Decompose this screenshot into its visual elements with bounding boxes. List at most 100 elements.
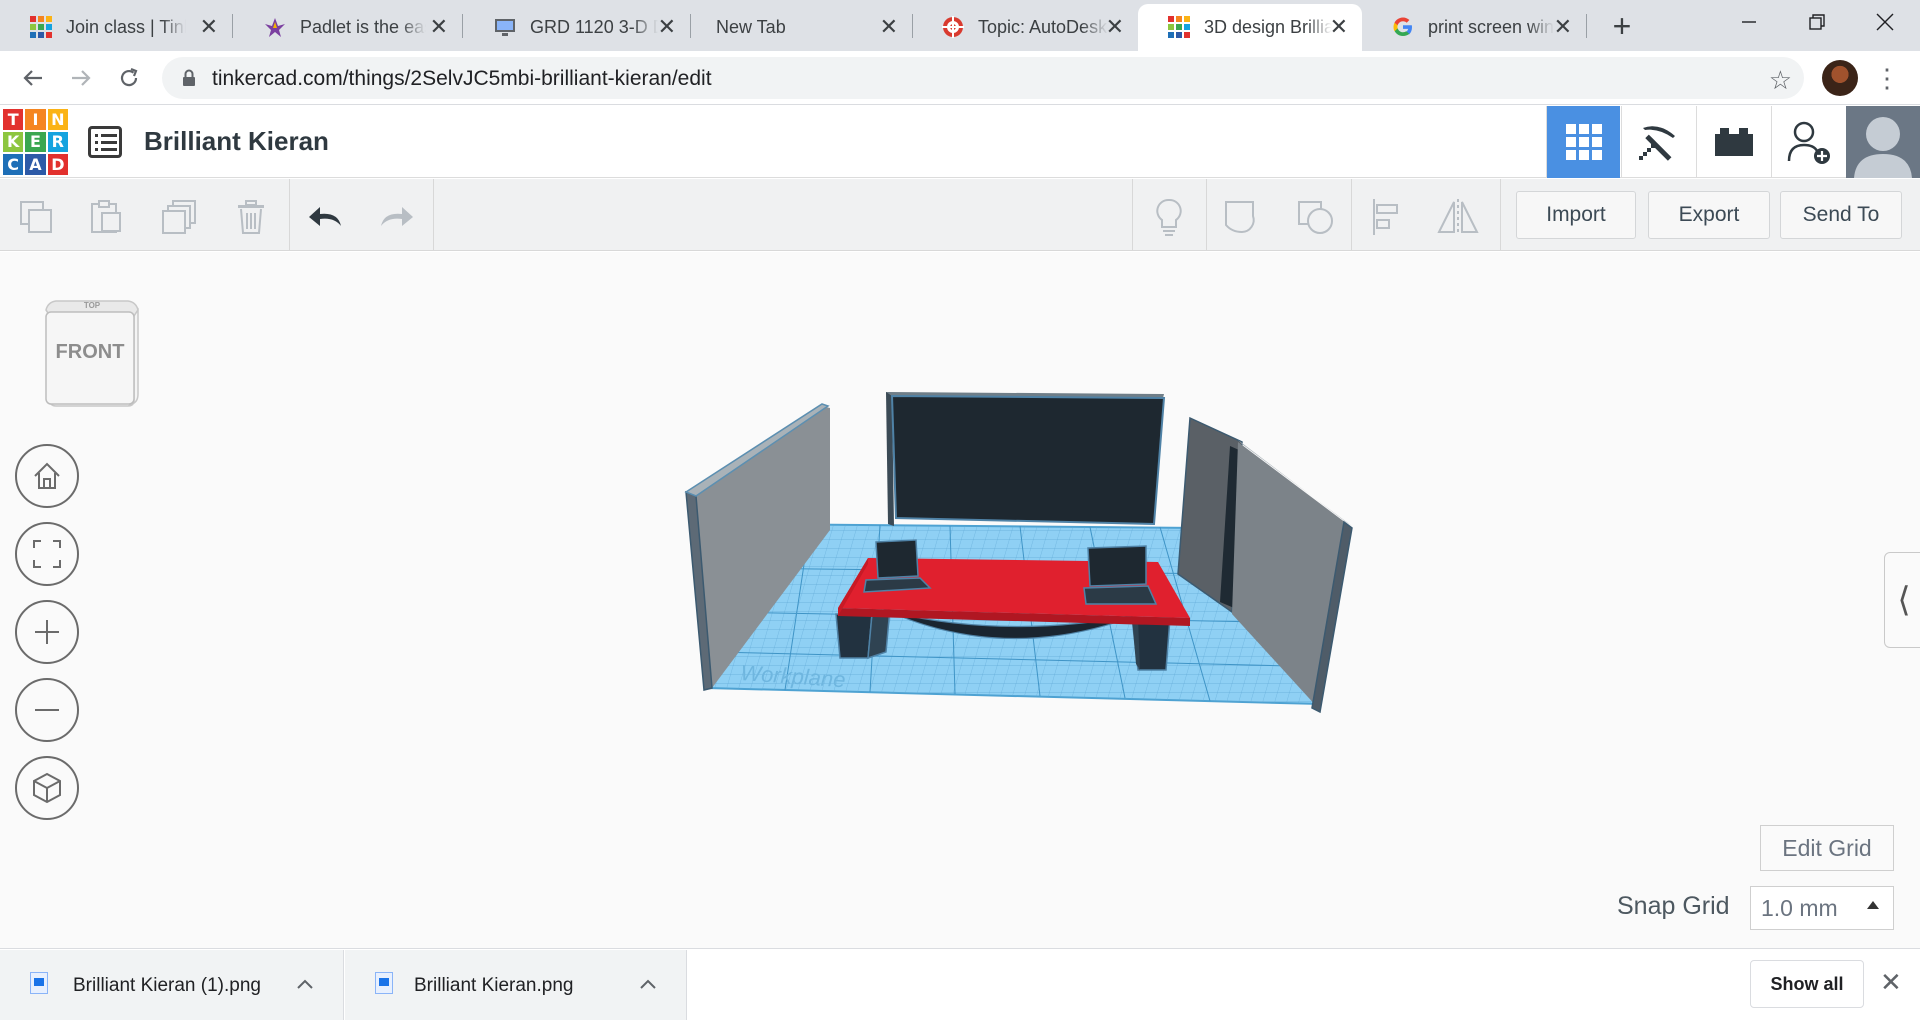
brick-icon [1714,128,1753,156]
workspace-canvas[interactable]: FRONT TOP Workplane ⟨ Edit Grid Snap Gri… [0,252,1920,948]
add-user-icon [1787,121,1830,164]
tab-title: 3D design Brilliant Kieran [1204,17,1332,37]
copy-button[interactable] [14,195,58,239]
edit-grid-button[interactable]: Edit Grid [1760,825,1894,871]
lightbulb-icon [1156,198,1182,236]
image-file-icon [30,972,48,994]
image-file-icon [375,972,393,994]
restore-icon [1809,14,1825,30]
forward-button[interactable] [64,61,98,95]
toolbar-divider [433,179,434,251]
import-button[interactable]: Import [1516,191,1636,239]
browser-toolbar: tinkercad.com/things/2SelvJC5mbi-brillia… [0,51,1920,105]
align-button[interactable] [1366,195,1410,239]
monitor-icon [495,19,515,36]
tinkercad-logo[interactable]: T I N K E R C A D [3,109,68,175]
download-shelf: Brilliant Kieran (1).png Brilliant Kiera… [0,948,1920,1020]
undo-icon [309,207,341,226]
tab-title: Padlet is the easiest [300,17,426,37]
tab-join-class[interactable]: Join class | Tinkercad ✕ [0,4,232,51]
window-close-button[interactable] [1850,4,1920,40]
logo-letter: E [25,131,46,153]
new-tab-button[interactable]: + [1604,8,1640,45]
group-button[interactable] [1221,195,1265,239]
plus-icon: + [1612,8,1632,44]
chevron-up-icon[interactable] [295,974,315,994]
snap-grid-select[interactable]: 1.0 mm [1750,886,1894,930]
tab-title: Join class | Tinkercad [66,17,186,37]
close-icon[interactable]: ✕ [1330,14,1348,40]
download-item[interactable]: Brilliant Kieran (1).png [0,950,344,1020]
copy-icon [20,201,52,233]
user-avatar[interactable] [1846,106,1920,178]
address-bar[interactable]: tinkercad.com/things/2SelvJC5mbi-brillia… [162,57,1804,99]
arrow-right-icon [72,70,91,86]
export-button[interactable]: Export [1648,191,1770,239]
bookmark-star-icon[interactable]: ☆ [1769,65,1792,96]
edit-toolbar: Import Export Send To [0,179,1920,251]
close-icon[interactable]: ✕ [880,14,898,40]
back-button[interactable] [16,61,50,95]
tab-divider [1586,14,1587,38]
show-all-button[interactable]: Show all [1750,960,1864,1008]
group-icon [1225,201,1255,234]
tab-padlet[interactable]: Padlet is the easiest ✕ [234,4,462,51]
blocks-view-button[interactable] [1621,106,1695,178]
laptop-right[interactable] [1083,545,1158,605]
restore-button[interactable] [1782,4,1852,40]
paste-icon [91,200,121,233]
invite-user-button[interactable] [1771,106,1845,178]
reload-button[interactable] [112,61,146,95]
close-icon[interactable]: ✕ [200,14,218,40]
toolbar-divider [289,179,290,251]
tab-divider [232,14,233,38]
tab-new-tab[interactable]: New Tab ✕ [676,4,912,51]
close-icon[interactable]: ✕ [658,14,676,40]
trash-icon [238,200,264,234]
tab-3d-design-brilliant-kieran[interactable]: 3D design Brilliant Kieran ✕ [1138,4,1362,51]
logo-letter: K [3,131,24,153]
ungroup-icon [1298,201,1333,234]
design-list-icon[interactable] [88,126,122,158]
logo-letter: A [25,154,46,175]
logo-letter: D [47,154,68,175]
bricks-view-button[interactable] [1696,106,1770,178]
lock-icon [183,69,195,86]
tab-divider [462,14,463,38]
tab-title: print screen windows [1428,17,1554,37]
browser-menu-icon[interactable]: ⋮ [1874,63,1900,94]
tab-autodesk[interactable]: Topic: AutoDesk ✕ [912,4,1138,51]
back-screen[interactable] [886,392,1166,526]
minimize-button[interactable] [1714,4,1784,40]
logo-letter: N [47,109,68,130]
paste-button[interactable] [84,195,128,239]
shapes-panel-toggle[interactable]: ⟨ [1884,552,1920,648]
close-icon[interactable]: ✕ [1880,967,1902,998]
undo-button[interactable] [304,195,348,239]
toolbar-divider [1132,179,1133,251]
3d-scene[interactable]: Workplane [0,252,1920,948]
download-filename: Brilliant Kieran (1).png [73,975,261,996]
duplicate-button[interactable] [157,195,201,239]
align-icon [1373,199,1398,235]
download-filename: Brilliant Kieran.png [414,975,574,996]
close-icon[interactable]: ✕ [1106,14,1124,40]
chevron-up-icon[interactable] [638,974,658,994]
redo-icon [381,207,413,226]
3d-view-button[interactable] [1546,106,1620,178]
close-icon[interactable]: ✕ [1554,14,1572,40]
toolbar-divider [1206,179,1207,251]
close-icon[interactable]: ✕ [430,14,448,40]
duplicate-icon [162,200,196,234]
delete-button[interactable] [229,195,273,239]
send-to-button[interactable]: Send To [1780,191,1902,239]
show-notes-button[interactable] [1147,195,1191,239]
ungroup-button[interactable] [1294,195,1338,239]
mirror-button[interactable] [1436,195,1480,239]
tab-grd-1120[interactable]: GRD 1120 3-D Design ✕ [464,4,690,51]
browser-profile-avatar[interactable] [1822,60,1858,96]
redo-button[interactable] [374,195,418,239]
design-title[interactable]: Brilliant Kieran [144,126,329,157]
tab-print-screen[interactable]: print screen windows ✕ [1362,4,1586,51]
download-item[interactable]: Brilliant Kieran.png [345,950,687,1020]
